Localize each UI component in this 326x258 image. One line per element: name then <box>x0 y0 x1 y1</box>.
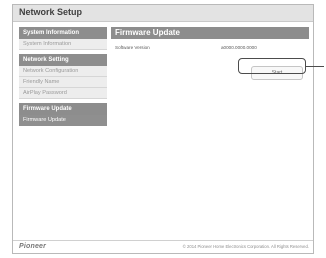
footer: Pioneer © 2014 Pioneer Home Electronics … <box>13 240 313 253</box>
sidebar-section-system-information: System Information <box>19 27 107 39</box>
software-version-row: Software Version a0000.0000.0000 <box>111 43 309 53</box>
sidebar-item-system-information[interactable]: System Information <box>19 39 107 50</box>
sidebar-item-airplay-password[interactable]: AirPlay Password <box>19 88 107 99</box>
sidebar-section-firmware-update: Firmware Update <box>19 103 107 115</box>
page-title: Firmware Update <box>111 27 309 39</box>
sidebar-item-network-configuration[interactable]: Network Configuration <box>19 66 107 77</box>
sidebar: System Information System Information Ne… <box>19 27 107 126</box>
pioneer-logo: Pioneer <box>19 243 47 250</box>
network-setup-window: Network Setup System Information System … <box>12 4 314 254</box>
start-button-highlight <box>238 58 306 74</box>
sidebar-item-friendly-name[interactable]: Friendly Name <box>19 77 107 88</box>
software-version-label: Software Version <box>115 45 150 50</box>
software-version-value: a0000.0000.0000 <box>221 45 257 50</box>
sidebar-section-network-setting: Network Setting <box>19 54 107 66</box>
title-bar: Network Setup <box>13 5 313 22</box>
callout-line <box>306 66 324 67</box>
sidebar-item-firmware-update[interactable]: Firmware Update <box>19 115 107 126</box>
window-title: Network Setup <box>19 7 83 17</box>
copyright-text: © 2014 Pioneer Home Electronics Corporat… <box>182 244 309 249</box>
